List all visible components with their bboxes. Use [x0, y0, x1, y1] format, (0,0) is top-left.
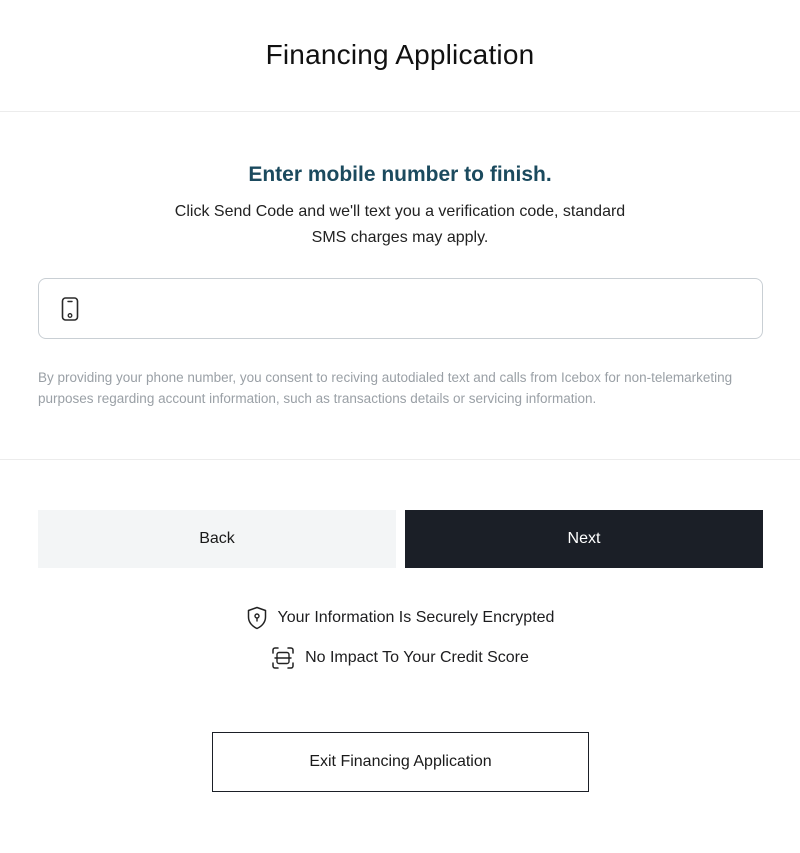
form-subtitle: Enter mobile number to finish.	[248, 163, 552, 186]
next-button[interactable]: Next	[405, 510, 763, 568]
phone-number-field[interactable]	[38, 278, 763, 339]
credit-card-scan-icon	[271, 646, 295, 670]
form-description: Click Send Code and we'll text you a ver…	[174, 203, 626, 246]
trust-label-credit: No Impact To Your Credit Score	[305, 649, 529, 666]
trust-badge-credit: No Impact To Your Credit Score	[0, 645, 800, 671]
exit-application-button[interactable]: Exit Financing Application	[212, 732, 589, 792]
page-header: Financing Application	[0, 0, 800, 112]
phone-verification-section: Enter mobile number to finish. Click Sen…	[0, 113, 800, 460]
trust-badge-encryption: Your Information Is Securely Encrypted	[0, 605, 800, 631]
page-title: Financing Application	[265, 38, 535, 70]
shield-lock-icon	[246, 606, 268, 630]
phone-number-input[interactable]	[93, 279, 762, 338]
mobile-phone-icon	[61, 296, 81, 321]
consent-text: By providing your phone number, you cons…	[38, 370, 733, 406]
back-button[interactable]: Back	[38, 510, 396, 568]
trust-label-encryption: Your Information Is Securely Encrypted	[277, 609, 555, 626]
